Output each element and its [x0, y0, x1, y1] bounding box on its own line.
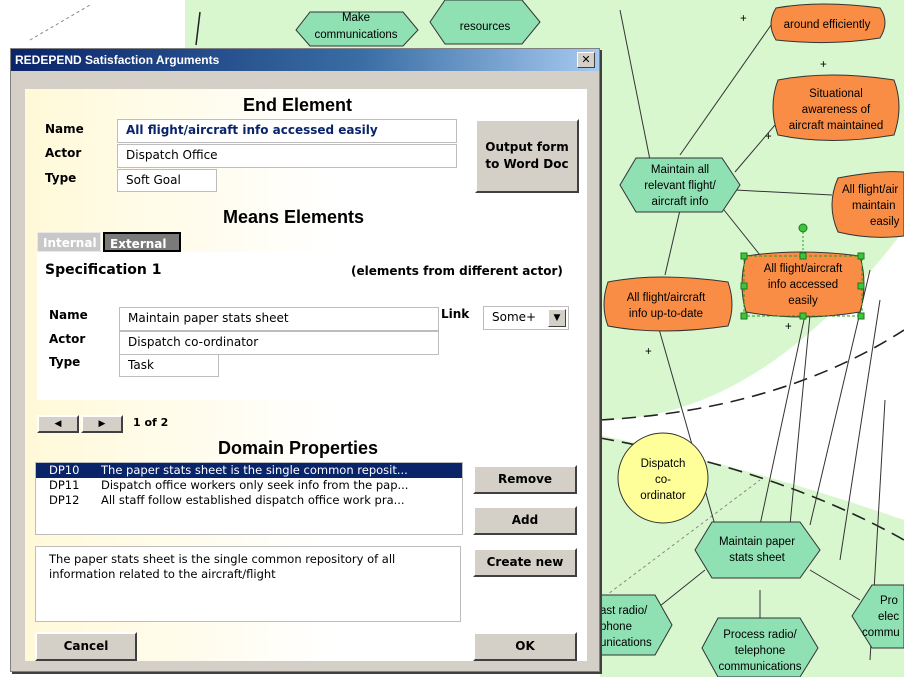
- dialog-title: REDEPEND Satisfaction Arguments: [15, 53, 220, 67]
- svg-text:communications: communications: [314, 29, 397, 41]
- svg-text:co-: co-: [655, 474, 671, 486]
- list-item[interactable]: DP12 All staff follow established dispatc…: [36, 493, 462, 508]
- svg-text:phone: phone: [600, 621, 632, 633]
- add-button[interactable]: Add: [473, 506, 577, 535]
- specification-panel: Specification 1 (elements from different…: [37, 252, 579, 400]
- node-situational-awareness[interactable]: Situational: [809, 88, 863, 100]
- svg-text:info accessed: info accessed: [768, 279, 838, 291]
- node-all-flight-maintain[interactable]: All flight/air: [842, 184, 898, 196]
- node-maintain-all[interactable]: Maintain all: [651, 164, 709, 176]
- node-dispatch-coordinator[interactable]: Dispatch: [641, 458, 686, 470]
- means-elements-heading: Means Elements: [223, 207, 365, 227]
- end-name-field: All flight/aircraft info accessed easily: [117, 119, 457, 143]
- means-type-field: Task: [119, 354, 219, 377]
- domain-description-field[interactable]: The paper stats sheet is the single comm…: [35, 546, 461, 622]
- ok-button[interactable]: OK: [473, 632, 577, 661]
- create-new-button[interactable]: Create new: [473, 548, 577, 577]
- svg-text:unications: unications: [600, 637, 652, 649]
- prev-spec-button[interactable]: ◀: [37, 415, 79, 433]
- svg-text:easily: easily: [788, 295, 818, 307]
- end-name-label: Name: [45, 122, 84, 136]
- domain-properties-heading: Domain Properties: [218, 438, 379, 458]
- node-cast-radio[interactable]: ast radio/: [600, 605, 648, 617]
- node-make-communications[interactable]: Make: [342, 12, 370, 24]
- specification-note: (elements from different actor): [351, 264, 563, 278]
- link-select-value: Some+: [492, 310, 537, 324]
- svg-text:communications: communications: [718, 661, 801, 673]
- end-type-field: Soft Goal: [117, 169, 217, 192]
- link-label: Link: [441, 307, 470, 321]
- svg-text:+: +: [785, 321, 792, 333]
- node-maintain-paper[interactable]: Maintain paper: [719, 536, 795, 548]
- means-type-label: Type: [49, 355, 81, 369]
- next-spec-button[interactable]: ▶: [81, 415, 123, 433]
- node-pro-elec[interactable]: Pro: [880, 595, 898, 607]
- end-element-heading: End Element: [243, 95, 353, 115]
- node-process-radio[interactable]: Process radio/: [723, 629, 797, 641]
- tab-internal[interactable]: Internal: [37, 232, 101, 252]
- svg-text:easily: easily: [870, 216, 900, 228]
- means-actor-field: Dispatch co-ordinator: [119, 331, 439, 355]
- means-name-field: Maintain paper stats sheet: [119, 307, 439, 331]
- domain-properties-list[interactable]: DP10 The paper stats sheet is the single …: [35, 462, 463, 535]
- list-item[interactable]: DP11 Dispatch office workers only seek in…: [36, 478, 462, 493]
- specification-title: Specification 1: [45, 262, 162, 278]
- svg-text:awareness of: awareness of: [802, 104, 871, 116]
- cancel-button[interactable]: Cancel: [35, 632, 137, 661]
- svg-text:+: +: [645, 346, 652, 358]
- node-around-efficiently[interactable]: around efficiently: [784, 19, 871, 31]
- svg-text:commu: commu: [862, 627, 900, 639]
- close-icon[interactable]: ✕: [577, 52, 595, 68]
- dialog-titlebar[interactable]: REDEPEND Satisfaction Arguments ✕: [11, 49, 599, 71]
- pager-text: 1 of 2: [133, 416, 169, 429]
- end-type-label: Type: [45, 171, 77, 185]
- svg-text:relevant flight/: relevant flight/: [644, 180, 716, 192]
- satisfaction-arguments-dialog: REDEPEND Satisfaction Arguments ✕ End El…: [10, 48, 600, 672]
- svg-text:maintain: maintain: [852, 200, 895, 212]
- node-info-accessed-easily[interactable]: All flight/aircraft: [764, 263, 843, 275]
- end-actor-label: Actor: [45, 146, 82, 160]
- tab-external[interactable]: External: [103, 232, 181, 252]
- svg-text:elec: elec: [878, 611, 899, 623]
- svg-text:aircraft maintained: aircraft maintained: [789, 120, 884, 132]
- end-actor-field: Dispatch Office: [117, 144, 457, 168]
- means-name-label: Name: [49, 308, 88, 322]
- node-info-up-to-date[interactable]: All flight/aircraft: [627, 292, 706, 304]
- svg-text:ordinator: ordinator: [640, 490, 686, 502]
- list-item[interactable]: DP10 The paper stats sheet is the single …: [36, 463, 462, 478]
- svg-text:aircraft info: aircraft info: [652, 196, 709, 208]
- svg-text:info up-to-date: info up-to-date: [629, 308, 703, 320]
- node-allocate-resources[interactable]: resources: [460, 21, 511, 33]
- link-select[interactable]: Some+ ▼: [483, 306, 569, 330]
- remove-button[interactable]: Remove: [473, 465, 577, 494]
- output-word-button[interactable]: Output form to Word Doc: [475, 119, 579, 193]
- svg-text:+: +: [740, 13, 747, 25]
- chevron-down-icon[interactable]: ▼: [548, 309, 566, 327]
- svg-text:+: +: [765, 131, 772, 143]
- svg-text:stats sheet: stats sheet: [729, 552, 785, 564]
- svg-text:telephone: telephone: [735, 645, 786, 657]
- means-actor-label: Actor: [49, 332, 86, 346]
- svg-text:+: +: [820, 59, 827, 71]
